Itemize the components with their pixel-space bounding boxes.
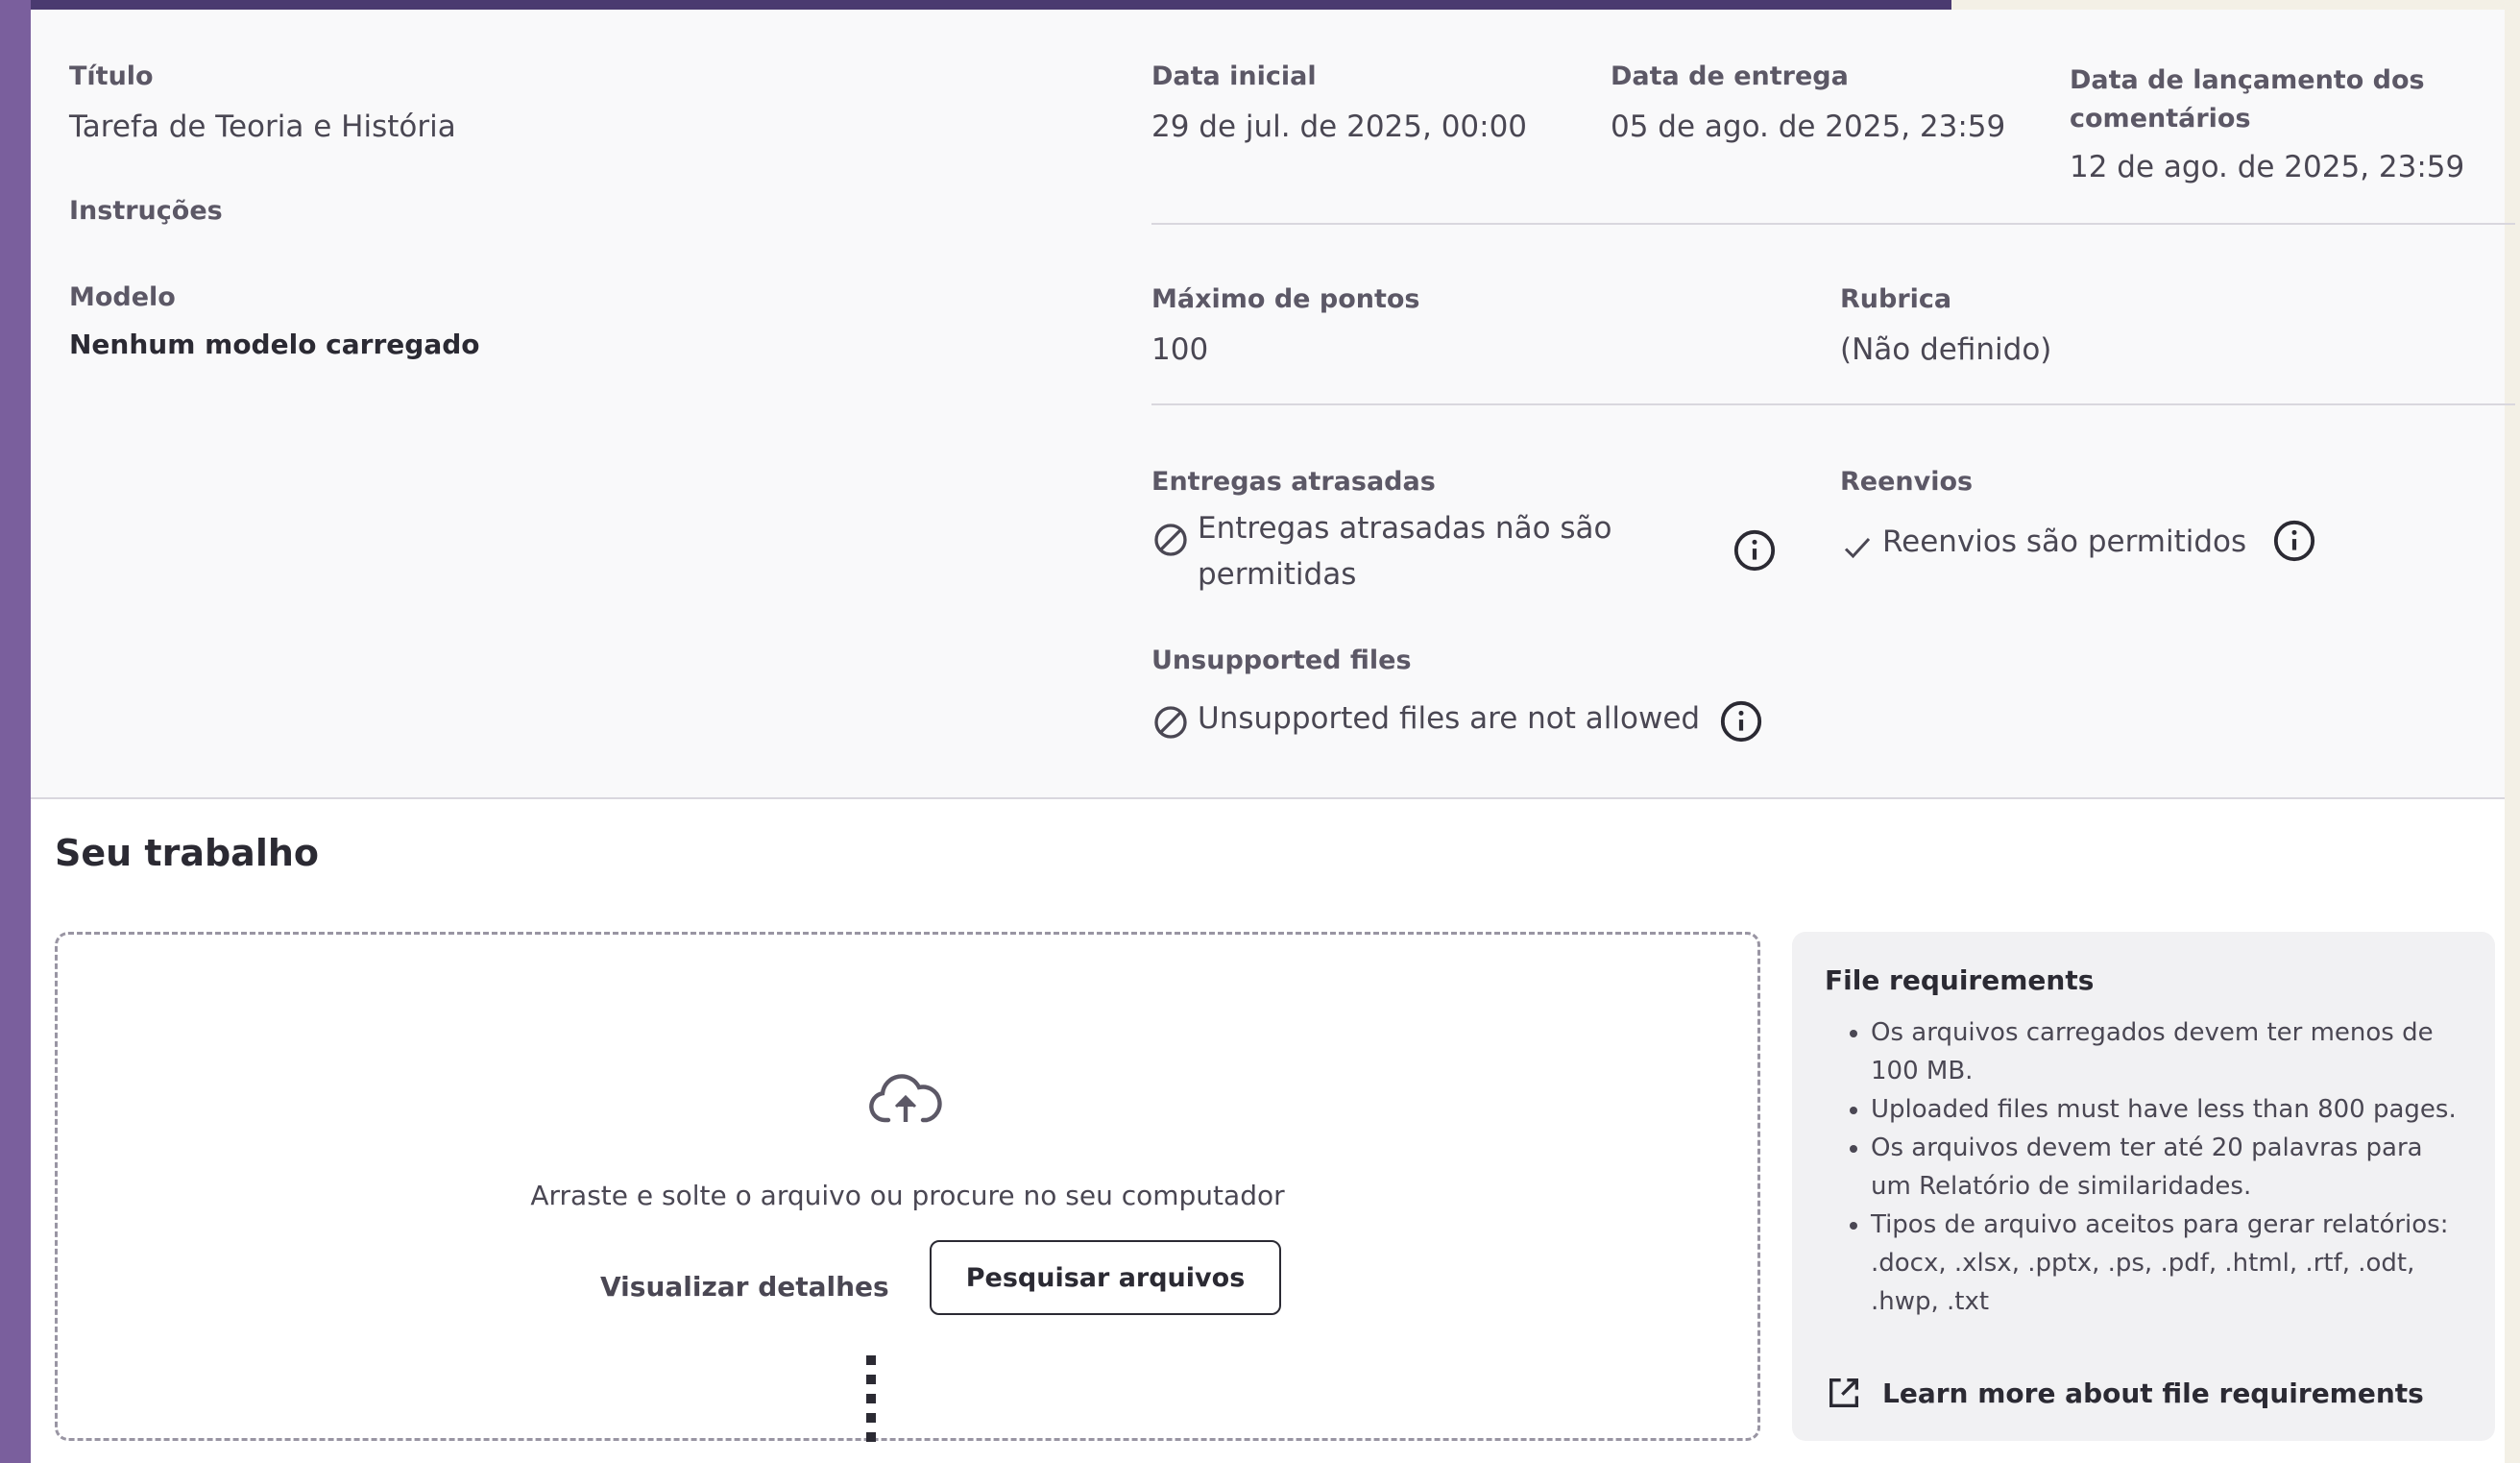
max-points-label: Máximo de pontos xyxy=(1151,284,1420,314)
due-date-label: Data de entrega xyxy=(1611,61,1849,91)
view-details-link[interactable]: Visualizar detalhes xyxy=(600,1271,889,1303)
file-dropzone[interactable]: Arraste e solte o arquivo ou procure no … xyxy=(55,932,1760,1442)
feedback-release-value: 12 de ago. de 2025, 23:59 xyxy=(2070,150,2465,184)
section-title: Seu trabalho xyxy=(55,832,319,874)
feedback-release-label-line1: Data de lançamento dos xyxy=(2070,65,2425,95)
feedback-release-label-line2: comentários xyxy=(2070,104,2251,134)
resubmissions-value: Reenvios são permitidos xyxy=(1882,524,2247,559)
info-icon[interactable] xyxy=(1719,699,1763,744)
info-icon[interactable] xyxy=(1732,528,1777,573)
learn-more-link[interactable]: Learn more about file requirements xyxy=(1825,1374,2424,1412)
external-link-icon xyxy=(1829,1378,1858,1407)
unsupported-files-label: Unsupported files xyxy=(1151,646,1412,675)
resubmissions-status: Reenvios são permitidos xyxy=(1840,524,2246,565)
assignment-panel: Título Tarefa de Teoria e História Instr… xyxy=(31,10,2515,1463)
learn-more-label: Learn more about file requirements xyxy=(1882,1377,2424,1409)
model-label: Modelo xyxy=(69,282,176,312)
start-date-label: Data inicial xyxy=(1151,61,1317,91)
late-submissions-label: Entregas atrasadas xyxy=(1151,467,1436,497)
rubric-value: (Não definido) xyxy=(1840,332,2052,367)
title-value: Tarefa de Teoria e História xyxy=(69,110,456,144)
drag-handle[interactable] xyxy=(866,1355,876,1442)
start-date-value: 29 de jul. de 2025, 00:00 xyxy=(1151,110,1528,144)
late-submissions-value-line1: Entregas atrasadas não são xyxy=(1198,511,1612,546)
late-submissions-value-line2: permitidas xyxy=(1198,557,1357,592)
file-requirements-title: File requirements xyxy=(1825,964,2095,996)
rubric-label: Rubrica xyxy=(1840,284,1952,314)
header-banner xyxy=(31,0,1951,10)
ban-icon xyxy=(1154,524,1187,556)
late-submissions-status: Entregas atrasadas não são permitidas xyxy=(1151,505,1689,597)
cloud-upload-icon xyxy=(869,1074,942,1123)
details-divider xyxy=(1151,223,2515,225)
check-icon xyxy=(1844,537,1871,559)
model-value: Nenhum modelo carregado xyxy=(69,329,480,360)
title-label: Título xyxy=(69,61,154,91)
list-item: Os arquivos devem ter até 20 palavras pa… xyxy=(1871,1129,2462,1206)
dropzone-instructions: Arraste e solte o arquivo ou procure no … xyxy=(530,1180,1285,1211)
file-requirements-list: Os arquivos carregados devem ter menos d… xyxy=(1825,1013,2462,1321)
unsupported-files-value: Unsupported files are not allowed xyxy=(1198,701,1701,736)
resubmissions-label: Reenvios xyxy=(1840,467,1974,497)
left-accent-bar xyxy=(0,0,31,1463)
list-item: Tipos de arquivo aceitos para gerar rela… xyxy=(1871,1206,2462,1321)
instructions-label: Instruções xyxy=(69,196,223,226)
list-item: Uploaded files must have less than 800 p… xyxy=(1871,1090,2462,1129)
due-date-value: 05 de ago. de 2025, 23:59 xyxy=(1611,110,2006,144)
max-points-value: 100 xyxy=(1151,332,1209,367)
feedback-release-label: Data de lançamento dos comentários xyxy=(2070,61,2425,138)
unsupported-files-status: Unsupported files are not allowed xyxy=(1151,701,1700,742)
file-requirements-panel: File requirements Os arquivos carregados… xyxy=(1792,932,2495,1441)
details-divider xyxy=(1151,403,2515,405)
assignment-details: Título Tarefa de Teoria e História Instr… xyxy=(31,10,2515,799)
browse-files-button[interactable]: Pesquisar arquivos xyxy=(930,1240,1281,1315)
info-icon[interactable] xyxy=(2272,519,2316,563)
list-item: Os arquivos carregados devem ter menos d… xyxy=(1871,1013,2462,1090)
ban-icon xyxy=(1154,706,1187,739)
